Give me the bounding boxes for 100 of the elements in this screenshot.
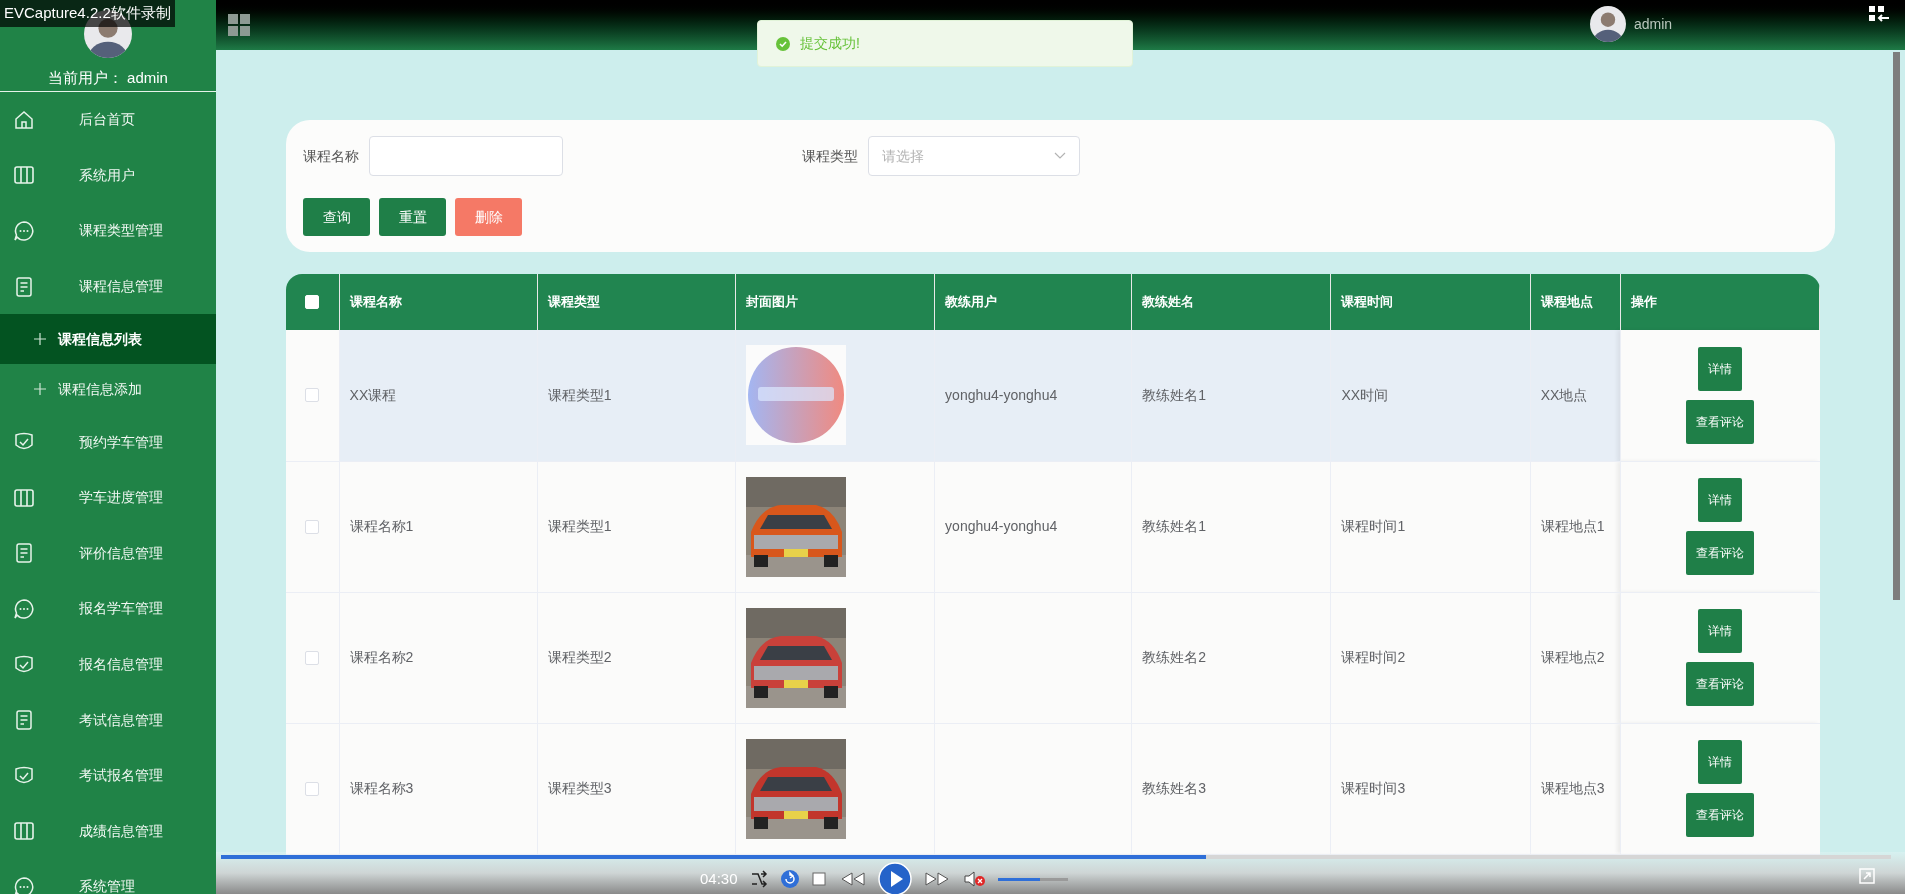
table-cell: 课程时间3 — [1341, 780, 1406, 796]
table-cell: 课程名称1 — [349, 518, 414, 534]
current-username: admin — [127, 68, 168, 88]
document-icon — [13, 275, 35, 298]
table-cell: 课程地点2 — [1540, 649, 1605, 665]
table-cell: 课程类型1 — [547, 386, 612, 403]
table-cell: 课程地点1 — [1540, 518, 1605, 534]
chat-bubble-icon — [13, 597, 35, 620]
table-cell: 教练姓名1 — [1142, 386, 1207, 403]
chat-bubble-icon — [13, 875, 35, 894]
row-action-button[interactable]: 查看评论 — [1686, 662, 1755, 706]
plus-icon — [34, 383, 46, 396]
row-action-button[interactable]: 详情 — [1698, 740, 1743, 784]
row-action-button[interactable]: 查看评论 — [1686, 793, 1755, 837]
sidebar-item[interactable]: 报名信息管理 — [0, 636, 216, 693]
action-button[interactable]: 重置 — [379, 198, 446, 236]
mute-icon[interactable] — [963, 871, 986, 887]
scrollbar[interactable] — [1893, 52, 1900, 600]
shuffle-icon[interactable] — [749, 870, 768, 888]
column-header: 操作 — [1630, 294, 1657, 310]
row-checkbox[interactable] — [305, 781, 320, 796]
column-header: 教练姓名 — [1142, 294, 1195, 310]
table-cell: 课程地点3 — [1540, 780, 1605, 796]
table-cell: 教练姓名2 — [1142, 649, 1207, 665]
select-all-checkbox[interactable] — [305, 295, 320, 309]
column-header: 课程地点 — [1540, 294, 1593, 310]
column-header: 课程时间 — [1341, 294, 1394, 310]
table-cell: XX课程 — [349, 386, 397, 403]
sidebar-item[interactable]: 评价信息管理 — [0, 525, 216, 582]
success-check-icon — [776, 36, 790, 51]
sidebar-item[interactable]: 预约学车管理 — [0, 414, 216, 470]
table-cell: 课程类型3 — [547, 780, 612, 796]
table-cell: 课程类型2 — [547, 649, 612, 665]
table-cell: 课程名称3 — [349, 780, 414, 796]
sidebar-item[interactable]: 考试信息管理 — [0, 692, 216, 748]
row-action-button[interactable]: 详情 — [1698, 478, 1743, 522]
sidebar-item[interactable]: 后台首页 — [0, 92, 216, 148]
volume-slider-track[interactable] — [997, 877, 1068, 881]
table-cell: 课程时间1 — [1341, 518, 1406, 534]
input-field[interactable] — [369, 136, 563, 176]
column-header: 课程类型 — [547, 294, 600, 310]
home-icon — [13, 108, 35, 131]
row-action-button[interactable]: 详情 — [1698, 609, 1743, 653]
sidebar-item[interactable]: 报名学车管理 — [0, 581, 216, 637]
sidebar-item[interactable]: 系统管理 — [0, 859, 216, 894]
table-cell: XX地点 — [1540, 386, 1588, 403]
table-cell: 教练姓名1 — [1142, 518, 1207, 534]
table-cell: yonghu4-yonghu4 — [945, 518, 1058, 534]
play-icon[interactable] — [877, 862, 912, 894]
action-button[interactable]: 查询 — [303, 198, 370, 236]
header-username: admin — [1634, 14, 1673, 34]
document-icon — [13, 709, 35, 732]
sidebar-item[interactable]: 学车进度管理 — [0, 469, 216, 526]
current-user-label: 当前用户： — [48, 68, 124, 88]
row-action-button[interactable]: 查看评论 — [1686, 399, 1755, 444]
field-label: 课程名称 — [303, 146, 359, 166]
seek-bar-track[interactable] — [221, 855, 1891, 859]
sidebar-item[interactable]: 课程信息管理 — [0, 258, 216, 315]
sidebar-item[interactable]: 考试报名管理 — [0, 747, 216, 804]
sidebar-item[interactable]: 系统用户 — [0, 147, 216, 204]
chevron-down-icon — [1054, 152, 1066, 160]
grid-menu-icon[interactable] — [228, 14, 250, 36]
playback-time: 04:30 — [700, 868, 738, 889]
row-checkbox[interactable] — [305, 519, 320, 534]
table-cell: 课程类型1 — [547, 518, 612, 534]
chat-bubble-icon — [13, 220, 35, 242]
sidebar-item[interactable]: 课程类型管理 — [0, 203, 216, 259]
row-checkbox[interactable] — [305, 388, 320, 403]
table-cell: 教练姓名3 — [1142, 780, 1207, 796]
repeat-icon[interactable] — [779, 869, 800, 889]
table-cell: 课程名称2 — [349, 649, 414, 665]
field-label: 课程类型 — [802, 146, 858, 166]
columns-icon — [13, 164, 35, 187]
table-row[interactable]: 课程名称1 课程类型1 yonghu4-yonghu4 教练姓名1 课程时间1 课程地点1 详情 查看评论 — [286, 461, 1820, 592]
document-icon — [13, 542, 35, 565]
toast-message: 提交成功! — [800, 34, 860, 53]
column-header: 课程名称 — [349, 294, 402, 310]
table-cell: 课程时间2 — [1341, 649, 1406, 665]
recorder-title: EVCapture4.2.2软件录制 — [0, 0, 175, 27]
table-cell: yonghu4-yonghu4 — [945, 386, 1058, 403]
submenu-item[interactable]: 课程信息列表 — [0, 314, 216, 365]
table-cell: XX时间 — [1341, 386, 1389, 403]
stop-icon[interactable] — [811, 872, 826, 886]
columns-icon — [13, 486, 35, 509]
column-header: 教练用户 — [945, 294, 998, 310]
table-row[interactable]: XX课程 课程类型1 yonghu4-yonghu4 教练姓名1 XX时间 XX地点 详情 查看评论 — [286, 330, 1820, 461]
row-action-button[interactable]: 查看评论 — [1686, 531, 1755, 575]
row-checkbox[interactable] — [305, 650, 320, 665]
table-row[interactable]: 课程名称2 课程类型2 教练姓名2 课程时间2 课程地点2 详情 查看评论 — [286, 592, 1820, 723]
action-button[interactable]: 删除 — [455, 198, 522, 236]
column-header: 封面图片 — [745, 294, 798, 310]
submenu-item[interactable]: 课程信息添加 — [0, 364, 216, 415]
collapse-toggle-icon[interactable] — [1869, 6, 1889, 22]
columns-icon — [13, 820, 35, 843]
sidebar-item[interactable]: 成绩信息管理 — [0, 803, 216, 860]
user-avatar — [1590, 6, 1626, 42]
row-action-button[interactable]: 详情 — [1698, 346, 1743, 391]
plus-icon — [34, 333, 46, 346]
fullscreen-icon[interactable] — [1859, 868, 1875, 884]
table-row[interactable]: 课程名称3 课程类型3 教练姓名3 课程时间3 课程地点3 详情 查看评论 — [286, 723, 1820, 854]
